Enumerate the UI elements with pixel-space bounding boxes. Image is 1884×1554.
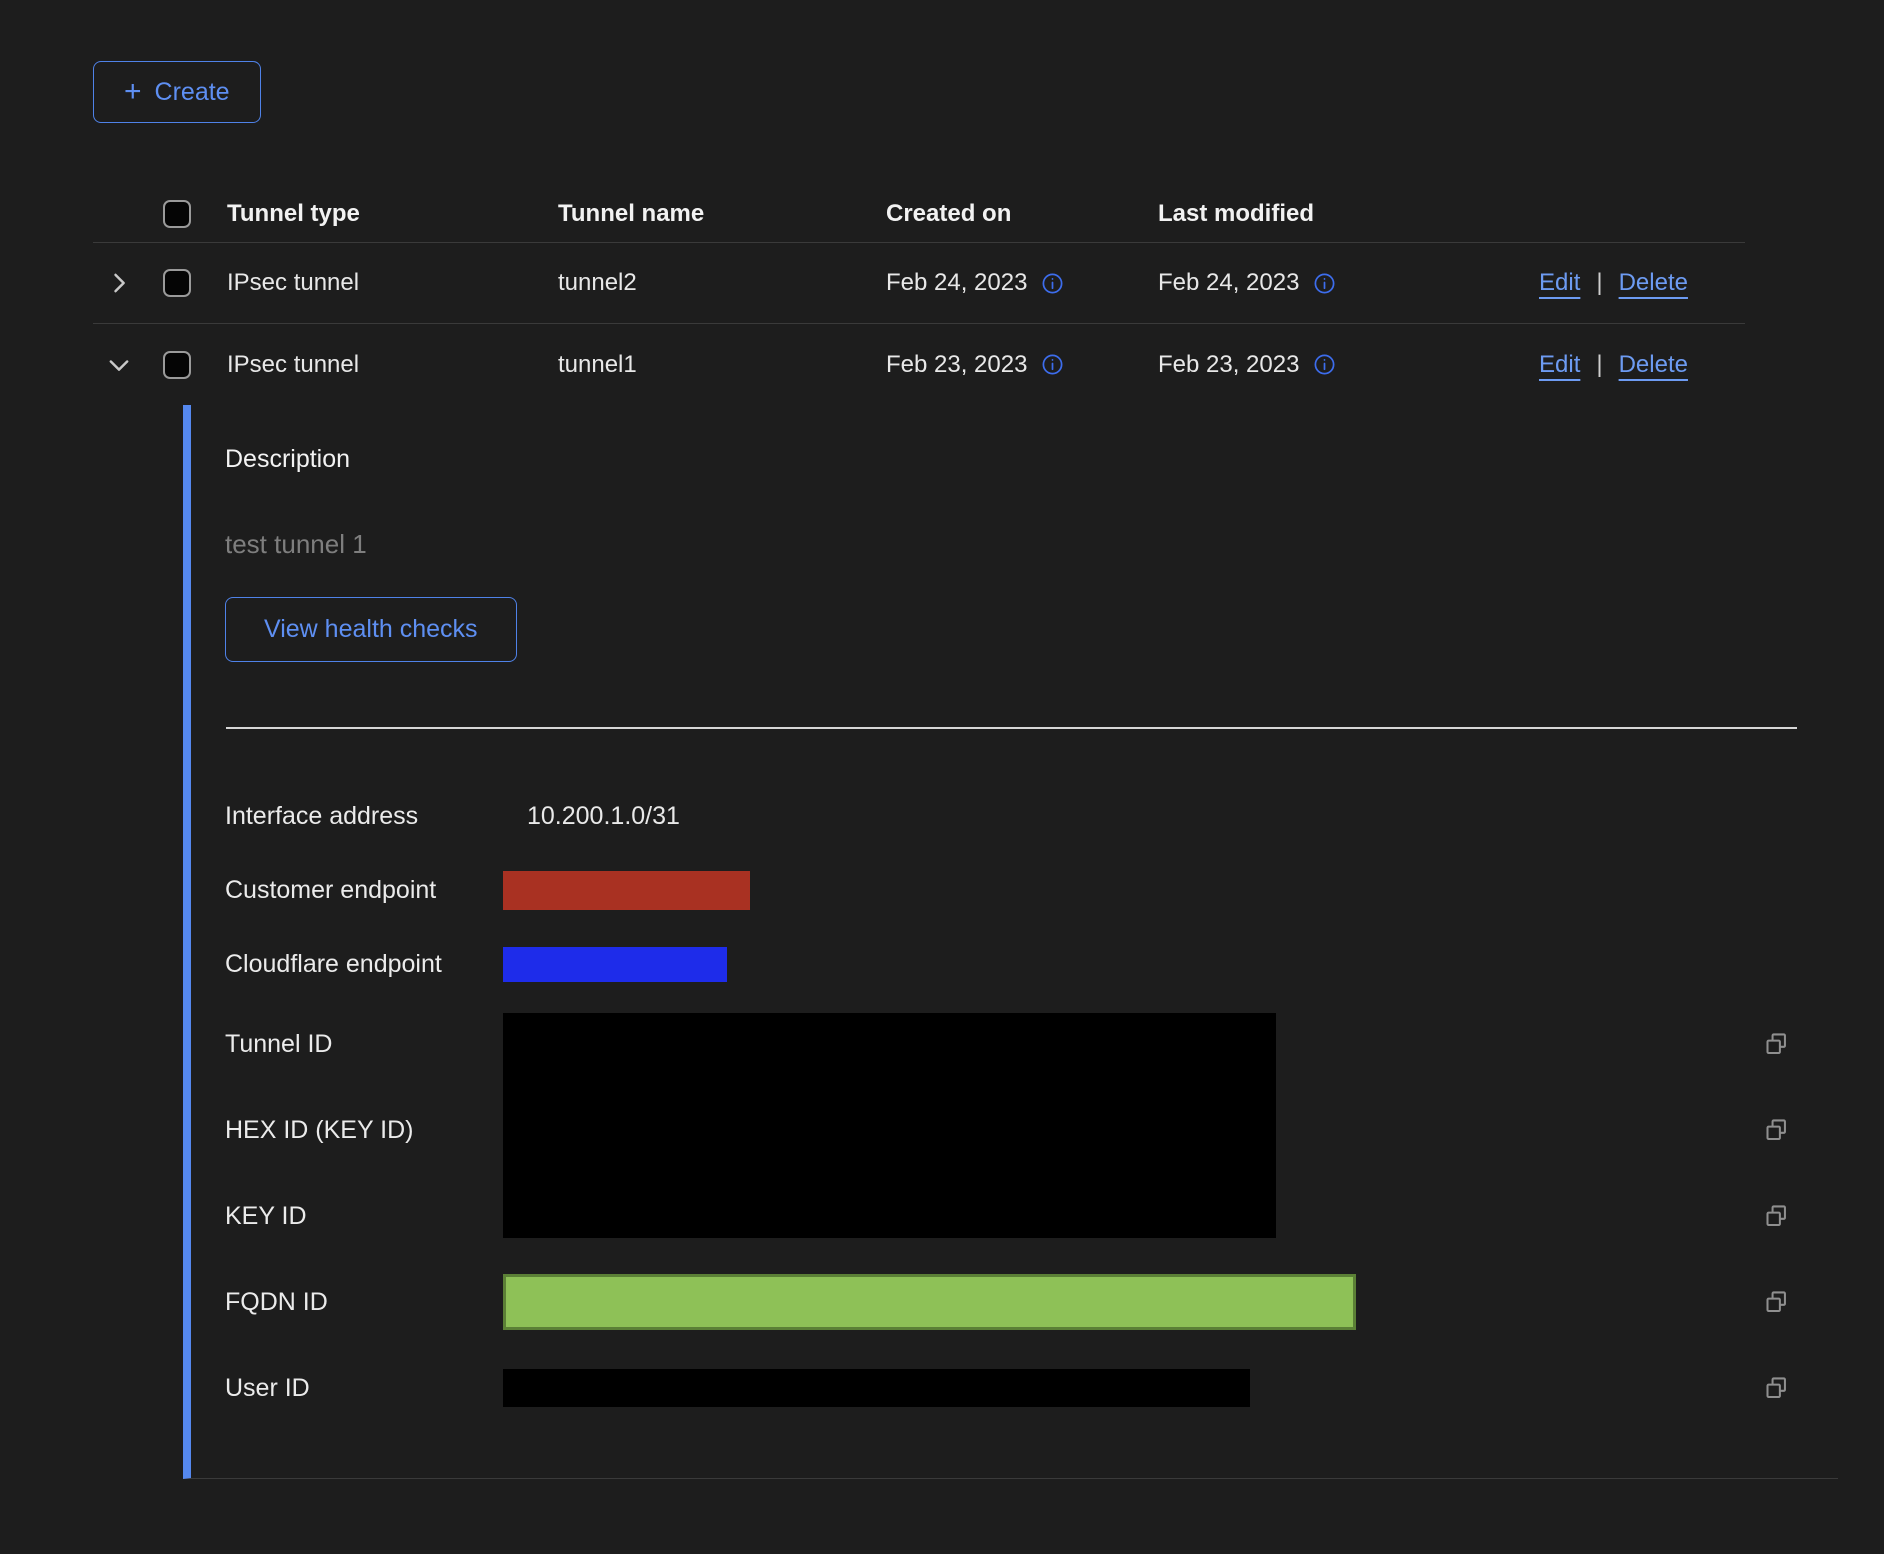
copy-icon [1763,1375,1790,1402]
edit-link[interactable]: Edit [1539,351,1580,379]
redacted-user-id [503,1369,1250,1407]
header-created-on: Created on [886,200,1158,228]
cell-created-on: Feb 24, 2023 [886,269,1027,297]
copy-icon [1763,1289,1790,1316]
tunnels-table: Tunnel type Tunnel name Created on Last … [93,185,1745,1479]
copy-icon [1763,1031,1790,1058]
tunnel-details: Interface address 10.200.1.0/31 Customer… [225,779,1838,1431]
copy-button[interactable] [1763,1203,1790,1230]
delete-link[interactable]: Delete [1619,269,1688,297]
row-checkbox[interactable] [163,351,191,379]
table-row: IPsec tunnel tunnel1 Feb 23, 2023 Feb 23… [93,324,1745,405]
detail-row-customer-endpoint: Customer endpoint [225,853,1838,927]
plus-icon: + [124,77,142,107]
header-tunnel-name: Tunnel name [558,200,886,228]
description-text: test tunnel 1 [225,529,1838,559]
detail-row-key-id: KEY ID [225,1173,1838,1259]
action-separator: | [1596,269,1602,297]
detail-row-cloudflare-endpoint: Cloudflare endpoint [225,927,1838,1001]
collapse-toggle[interactable] [93,351,163,379]
description-label: Description [225,445,1838,473]
chevron-down-icon [105,351,133,379]
detail-label: FQDN ID [225,1288,503,1317]
copy-button[interactable] [1763,1289,1790,1316]
copy-icon [1763,1117,1790,1144]
cell-tunnel-name: tunnel2 [558,269,886,297]
detail-label: HEX ID (KEY ID) [225,1116,503,1145]
detail-row-user-id: User ID [225,1345,1838,1431]
create-button-label: Create [155,78,230,107]
edit-link[interactable]: Edit [1539,269,1580,297]
cell-tunnel-type: IPsec tunnel [227,351,558,379]
detail-label: Cloudflare endpoint [225,950,503,979]
create-button[interactable]: + Create [93,61,261,123]
info-icon[interactable] [1041,272,1064,295]
id-group: Tunnel ID HEX ID (KEY ID) KEY ID [225,1001,1838,1259]
select-all-checkbox[interactable] [163,200,191,228]
table-header-row: Tunnel type Tunnel name Created on Last … [93,185,1745,243]
info-icon[interactable] [1313,272,1336,295]
detail-row-interface-address: Interface address 10.200.1.0/31 [225,779,1838,853]
copy-button[interactable] [1763,1117,1790,1144]
expand-toggle[interactable] [93,269,163,297]
redacted-fqdn-id [503,1274,1356,1330]
chevron-right-icon [105,269,133,297]
detail-row-hex-id: HEX ID (KEY ID) [225,1087,1838,1173]
detail-row-fqdn-id: FQDN ID [225,1259,1838,1345]
redacted-customer-endpoint [503,871,750,910]
copy-icon [1763,1203,1790,1230]
cell-tunnel-name: tunnel1 [558,351,886,379]
detail-label: Interface address [225,802,503,831]
detail-label: Tunnel ID [225,1030,503,1059]
expanded-tunnel-panel: Description test tunnel 1 View health ch… [183,405,1838,1479]
cell-created-on: Feb 23, 2023 [886,351,1027,379]
copy-button[interactable] [1763,1375,1790,1402]
detail-label: KEY ID [225,1202,503,1231]
cell-last-modified: Feb 24, 2023 [1158,269,1299,297]
detail-row-tunnel-id: Tunnel ID [225,1001,1838,1087]
info-icon[interactable] [1313,353,1336,376]
header-tunnel-type: Tunnel type [227,200,558,228]
detail-label: Customer endpoint [225,876,503,905]
copy-button[interactable] [1763,1031,1790,1058]
interface-address-value: 10.200.1.0/31 [503,802,680,831]
cell-last-modified: Feb 23, 2023 [1158,351,1299,379]
header-last-modified: Last modified [1158,200,1539,228]
detail-label: User ID [225,1374,503,1403]
panel-divider [226,727,1797,729]
info-icon[interactable] [1041,353,1064,376]
row-checkbox[interactable] [163,269,191,297]
table-row: IPsec tunnel tunnel2 Feb 24, 2023 Feb 24… [93,243,1745,324]
cell-tunnel-type: IPsec tunnel [227,269,558,297]
delete-link[interactable]: Delete [1619,351,1688,379]
redacted-cloudflare-endpoint [503,947,727,982]
view-health-checks-button[interactable]: View health checks [225,597,517,662]
action-separator: | [1596,351,1602,379]
